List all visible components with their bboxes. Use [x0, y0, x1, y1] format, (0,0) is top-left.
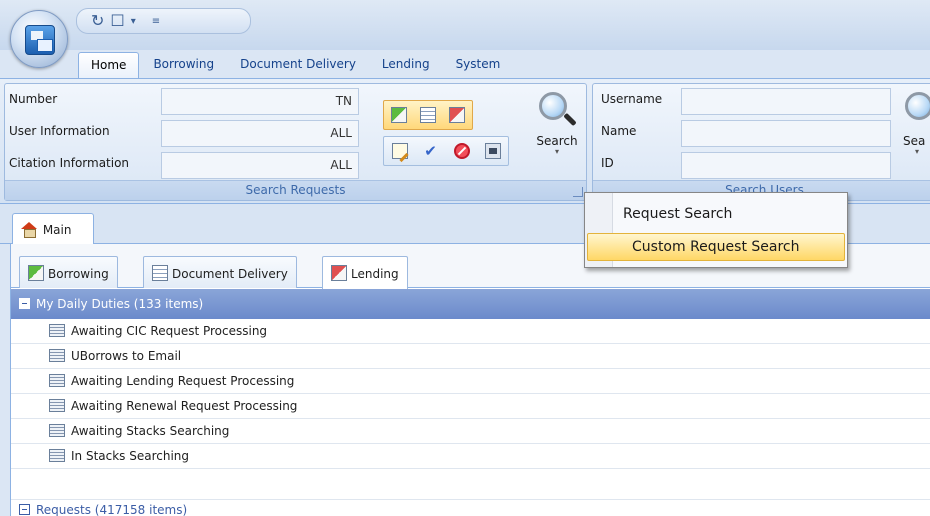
ribbon: Number TN User Information ALL Citation …	[0, 78, 930, 204]
home-icon	[21, 222, 37, 238]
username-field-row: Username	[593, 86, 893, 116]
search-requests-group: Number TN User Information ALL Citation …	[4, 83, 587, 201]
tab-document-delivery-queue-label: Document Delivery	[172, 267, 288, 281]
list-item[interactable]: Awaiting CIC Request Processing	[11, 319, 930, 344]
list-item-label: In Stacks Searching	[71, 449, 190, 463]
chevron-down-icon: ▾	[554, 147, 559, 156]
user-information-field-row: User Information ALL	[5, 118, 375, 148]
lending-icon	[331, 265, 347, 281]
queue-icon	[49, 424, 65, 437]
tab-home[interactable]: Home	[78, 52, 140, 78]
application-menu-button[interactable]	[10, 10, 68, 68]
tab-system[interactable]: System	[444, 52, 513, 78]
requests-group-header[interactable]: Requests (417158 items)	[11, 499, 930, 516]
card-icon[interactable]	[484, 143, 501, 159]
tab-main[interactable]: Main	[12, 213, 94, 245]
my-daily-duties-label: My Daily Duties (133 items)	[36, 297, 204, 311]
magnifier-icon	[537, 90, 577, 132]
list-item-label: UBorrows to Email	[71, 349, 182, 363]
list-item[interactable]: UBorrows to Email	[11, 344, 930, 369]
menu-item-custom-request-search[interactable]: Custom Request Search	[587, 233, 845, 261]
document-delivery-icon	[152, 265, 168, 281]
user-information-input[interactable]: ALL	[161, 120, 359, 147]
name-field-row: Name	[593, 118, 893, 148]
cancel-icon[interactable]	[453, 143, 470, 159]
request-status-toggle-group: ✔	[383, 136, 509, 166]
dropdown-arrow-icon[interactable]: ▾	[131, 16, 136, 27]
user-information-label: User Information	[9, 124, 110, 138]
title-bar: ↻ ☐ ▾ ≡	[0, 0, 930, 50]
edit-note-icon[interactable]	[391, 143, 408, 159]
checkmark-icon[interactable]: ✔	[423, 143, 439, 159]
search-requests-button[interactable]: Search ▾	[533, 90, 581, 156]
citation-information-input[interactable]: ALL	[161, 152, 359, 179]
tab-borrowing-queue-label: Borrowing	[48, 267, 109, 281]
number-field-row: Number TN	[5, 86, 375, 116]
lending-request-icon[interactable]	[449, 107, 466, 123]
username-label: Username	[601, 92, 663, 106]
citation-information-field-row: Citation Information ALL	[5, 150, 375, 180]
queue-icon	[49, 449, 65, 462]
borrowing-icon	[28, 265, 44, 281]
borrowing-request-icon[interactable]	[390, 107, 407, 123]
main-content: Borrowing Document Delivery Lending My D…	[10, 244, 930, 516]
list-item-label: Awaiting Stacks Searching	[71, 424, 230, 438]
citation-information-label: Citation Information	[9, 156, 130, 170]
id-field-row: ID	[593, 150, 893, 180]
document-delivery-request-icon[interactable]	[419, 107, 436, 123]
search-users-button-label: Sea	[903, 134, 926, 148]
magnifier-icon	[903, 90, 930, 132]
refresh-icon[interactable]: ↻	[91, 13, 104, 29]
queue-icon	[49, 324, 65, 337]
tab-document-delivery-queue[interactable]: Document Delivery	[143, 256, 297, 288]
queue-icon	[49, 399, 65, 412]
chevron-down-icon: ▾	[914, 147, 919, 156]
queue-icon	[49, 349, 65, 362]
new-window-icon[interactable]: ☐	[110, 13, 124, 29]
ribbon-tabs: Home Borrowing Document Delivery Lending…	[0, 50, 930, 78]
tab-document-delivery[interactable]: Document Delivery	[228, 52, 368, 78]
tab-borrowing-queue[interactable]: Borrowing	[19, 256, 118, 288]
request-type-toggle-group	[383, 100, 473, 130]
number-input[interactable]: TN	[161, 88, 359, 115]
list-item[interactable]: Awaiting Renewal Request Processing	[11, 394, 930, 419]
group-launcher-icon[interactable]	[573, 187, 583, 197]
tab-borrowing[interactable]: Borrowing	[141, 52, 226, 78]
tab-lending-queue-label: Lending	[351, 267, 399, 281]
search-users-group: Username Name ID Sea ▾ Search Users	[592, 83, 930, 201]
queue-icon	[49, 374, 65, 387]
requests-group-label: Requests (417158 items)	[36, 503, 188, 516]
list-item-label: Awaiting CIC Request Processing	[71, 324, 268, 338]
username-input[interactable]	[681, 88, 891, 115]
search-requests-button-label: Search	[536, 134, 578, 148]
search-requests-caption: Search Requests	[5, 180, 586, 200]
search-users-button[interactable]: Sea ▾	[897, 90, 930, 156]
customize-qat-icon[interactable]: ≡	[152, 16, 160, 27]
collapse-icon[interactable]	[19, 504, 30, 515]
id-label: ID	[601, 156, 614, 170]
id-input[interactable]	[681, 152, 891, 179]
list-item[interactable]: Awaiting Lending Request Processing	[11, 369, 930, 394]
list-item[interactable]: Awaiting Stacks Searching	[11, 419, 930, 444]
collapse-icon[interactable]	[19, 298, 30, 309]
tab-lending-queue[interactable]: Lending	[322, 256, 408, 289]
number-label: Number	[9, 92, 58, 106]
list-item-label: Awaiting Renewal Request Processing	[71, 399, 298, 413]
search-context-menu: Request Search Custom Request Search	[584, 192, 848, 268]
tab-lending[interactable]: Lending	[370, 52, 442, 78]
tab-main-label: Main	[42, 223, 72, 237]
quick-access-toolbar: ↻ ☐ ▾ ≡	[76, 8, 251, 34]
list-item[interactable]: In Stacks Searching	[11, 444, 930, 469]
menu-item-request-search[interactable]: Request Search	[587, 200, 845, 228]
list-item-label: Awaiting Lending Request Processing	[71, 374, 295, 388]
name-label: Name	[601, 124, 637, 138]
app-logo-icon	[25, 25, 55, 55]
my-daily-duties-header[interactable]: My Daily Duties (133 items)	[11, 289, 930, 319]
name-input[interactable]	[681, 120, 891, 147]
